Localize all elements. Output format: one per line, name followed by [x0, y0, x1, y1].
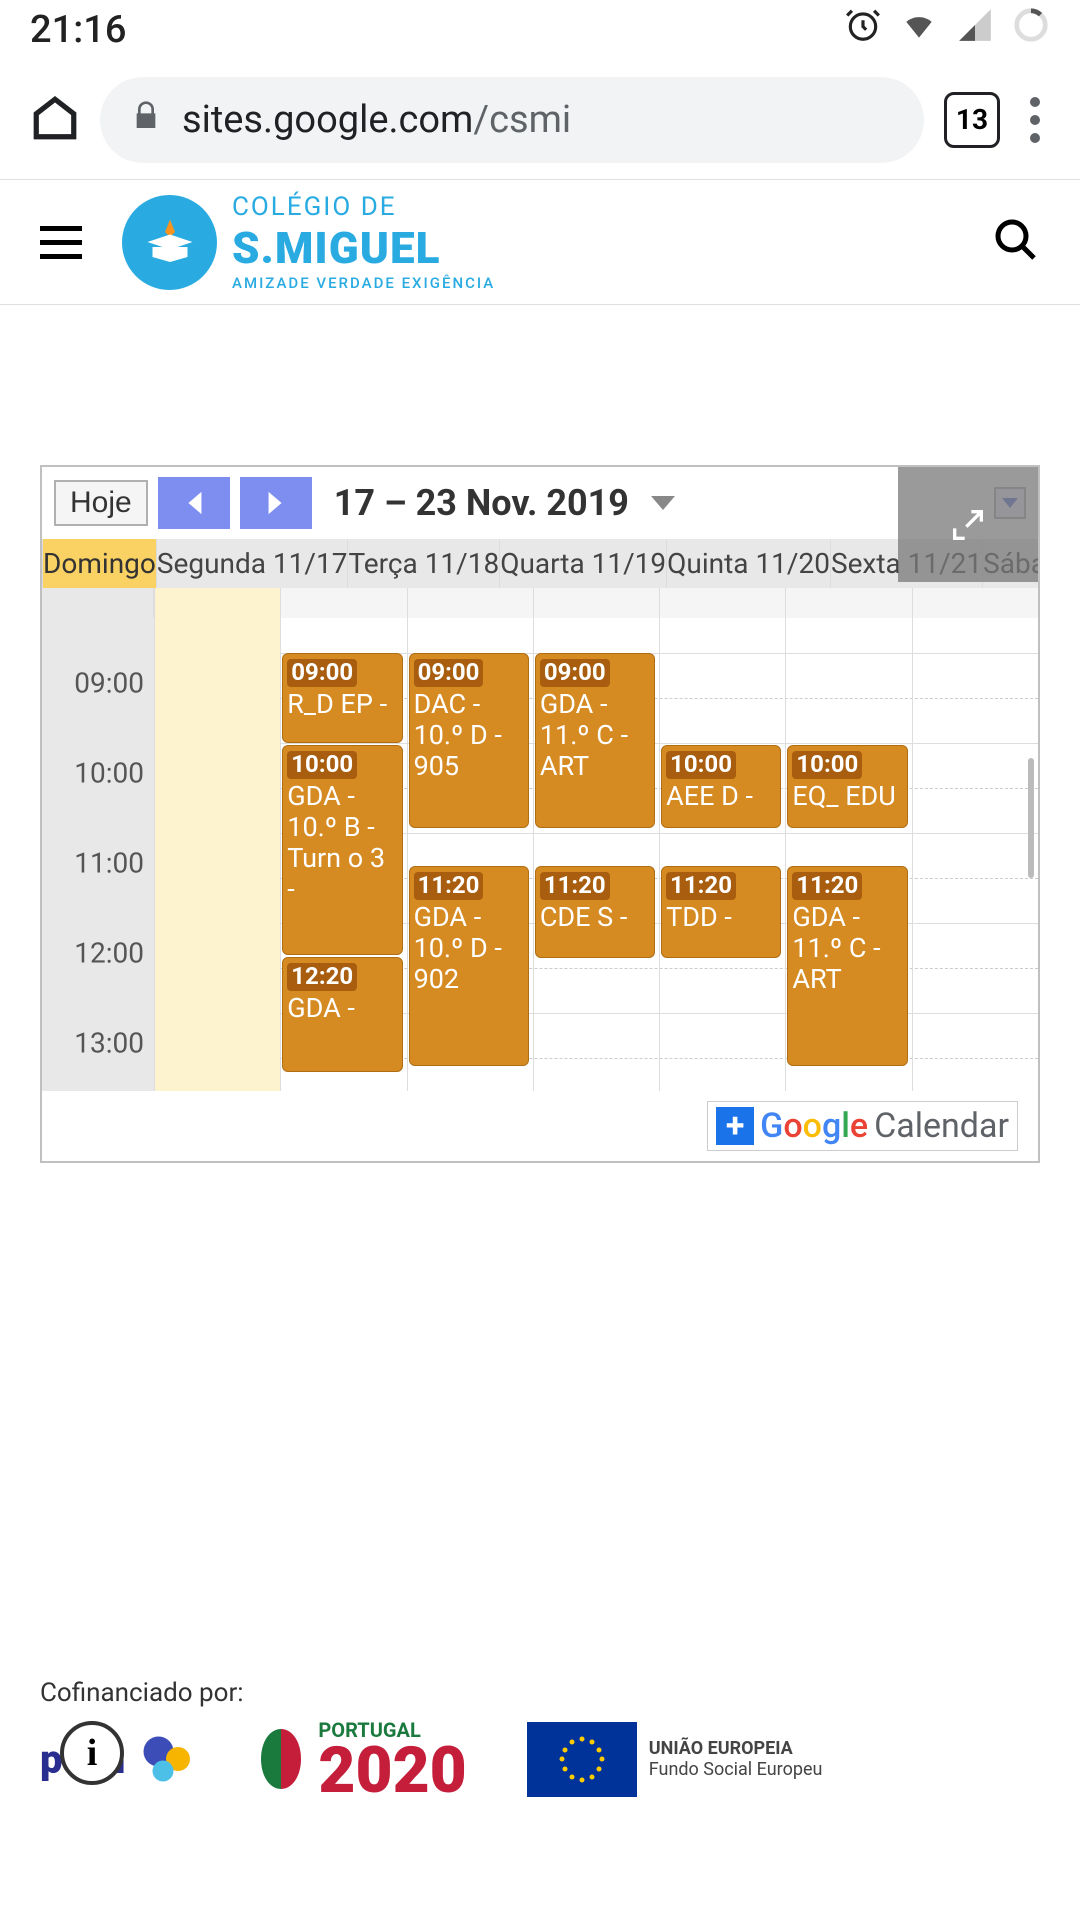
calendar-event[interactable]: 09:00DAC - 10.º D - 905 — [409, 653, 529, 828]
event-title: GDA - 11.º C - ART — [792, 902, 902, 995]
event-time: 09:00 — [287, 659, 357, 687]
day-column-monday[interactable]: 09:00R_D EP -10:00GDA - 10.º B - Turn o … — [280, 618, 406, 1091]
prev-week-button[interactable] — [158, 477, 230, 529]
browser-menu[interactable] — [1020, 97, 1050, 143]
day-header-sunday[interactable]: Domingo — [42, 539, 156, 588]
day-header-thursday[interactable]: Quinta 11/20 — [666, 539, 830, 588]
cell-signal-icon — [956, 6, 994, 54]
event-time: 11:20 — [414, 872, 484, 900]
event-title: CDE S - — [540, 902, 650, 933]
cofinanced-label: Cofinanciado por: — [40, 1678, 1040, 1708]
url-bar[interactable]: sites.google.com/csmi — [100, 77, 924, 163]
event-time: 11:20 — [792, 872, 862, 900]
tab-switcher[interactable]: 13 — [944, 92, 1000, 148]
info-button[interactable]: i — [60, 1721, 124, 1785]
footer-sponsors: Cofinanciado por: poch PORTUGAL 2020 UNI… — [0, 1678, 1080, 1800]
sponsor-eu: UNIÃO EUROPEIA Fundo Social Europeu — [527, 1722, 823, 1797]
event-title: DAC - 10.º D - 905 — [414, 689, 524, 782]
calendar-event[interactable]: 11:20GDA - 10.º D - 902 — [409, 866, 529, 1066]
eu-flag-icon — [527, 1722, 637, 1797]
calendar-event[interactable]: 10:00GDA - 10.º B - Turn o 3 - — [282, 745, 402, 955]
calendar-event[interactable]: 10:00AEE D - — [661, 745, 781, 828]
event-time: 11:20 — [666, 872, 736, 900]
android-status-bar: 21:16 — [0, 0, 1080, 60]
event-title: GDA - 10.º B - Turn o 3 - — [287, 781, 397, 905]
plus-icon: + — [716, 1107, 754, 1145]
logo-text-line2: S.MIGUEL — [232, 222, 495, 274]
date-dropdown-icon[interactable] — [651, 496, 675, 510]
day-column-thursday[interactable]: 10:00AEE D - 11:20TDD - — [659, 618, 785, 1091]
google-logo-text: Google — [760, 1106, 868, 1146]
day-column-saturday[interactable] — [912, 618, 1038, 1091]
date-range-label: 17 – 23 Nov. 2019 — [334, 482, 629, 524]
browser-toolbar: sites.google.com/csmi 13 — [0, 60, 1080, 180]
wifi-icon — [900, 6, 938, 54]
calendar-event[interactable]: 09:00R_D EP - — [282, 653, 402, 743]
event-time: 09:00 — [540, 659, 610, 687]
day-column-wednesday[interactable]: 09:00GDA - 11.º C - ART 11:20CDE S - — [533, 618, 659, 1091]
day-headers-row: Domingo Segunda 11/17 Terça 11/18 Quarta… — [42, 539, 1038, 588]
lock-icon — [130, 98, 162, 142]
day-column-friday[interactable]: 10:00EQ_ EDU 11:20GDA - 11.º C - ART — [785, 618, 911, 1091]
calendar-event[interactable]: 12:20GDA - — [282, 957, 402, 1072]
today-button[interactable]: Hoje — [54, 480, 148, 526]
google-calendar-button[interactable]: + Google Calendar — [707, 1101, 1018, 1151]
day-column-tuesday[interactable]: 09:00DAC - 10.º D - 905 11:20GDA - 10.º D… — [407, 618, 533, 1091]
event-time: 10:00 — [666, 751, 736, 779]
expand-button[interactable] — [898, 467, 1038, 582]
site-logo[interactable]: COLÉGIO DE S.MIGUEL AMIZADE VERDADE EXIG… — [122, 192, 495, 292]
calendar-event[interactable]: 11:20TDD - — [661, 866, 781, 958]
google-calendar-label: Calendar — [874, 1106, 1009, 1146]
hamburger-menu[interactable] — [30, 216, 92, 269]
calendar-widget: Hoje 17 – 23 Nov. 2019 Domingo Segunda 1… — [40, 465, 1040, 1163]
calendar-event[interactable]: 10:00EQ_ EDU — [787, 745, 907, 828]
status-time: 21:16 — [30, 8, 126, 52]
calendar-grid[interactable]: 09:00 10:00 11:00 12:00 13:00 09:00R_D E… — [42, 618, 1038, 1091]
search-button[interactable] — [982, 206, 1050, 278]
logo-icon — [122, 195, 217, 290]
event-title: TDD - — [666, 902, 776, 933]
site-header: COLÉGIO DE S.MIGUEL AMIZADE VERDADE EXIG… — [0, 180, 1080, 305]
day-header-tuesday[interactable]: Terça 11/18 — [347, 539, 499, 588]
calendar-event[interactable]: 09:00GDA - 11.º C - ART — [535, 653, 655, 828]
logo-text-line3: AMIZADE VERDADE EXIGÊNCIA — [232, 274, 495, 292]
event-time: 12:20 — [287, 963, 357, 991]
event-title: AEE D - — [666, 781, 776, 812]
calendar-event[interactable]: 11:20GDA - 11.º C - ART — [787, 866, 907, 1066]
event-time: 09:00 — [414, 659, 484, 687]
allday-row — [42, 588, 1038, 618]
sponsor-portugal2020: PORTUGAL 2020 — [256, 1718, 466, 1800]
event-time: 10:00 — [287, 751, 357, 779]
event-title: R_D EP - — [287, 689, 397, 720]
day-column-sunday[interactable] — [154, 618, 280, 1091]
loading-spinner-icon — [1012, 6, 1050, 54]
alarm-icon — [844, 6, 882, 54]
event-time: 11:20 — [540, 872, 610, 900]
event-title: GDA - 11.º C - ART — [540, 689, 650, 782]
day-header-monday[interactable]: Segunda 11/17 — [156, 539, 348, 588]
url-text: sites.google.com/csmi — [182, 98, 571, 142]
logo-text-line1: COLÉGIO DE — [232, 192, 495, 222]
next-week-button[interactable] — [240, 477, 312, 529]
scrollbar[interactable] — [1028, 758, 1034, 878]
event-time: 10:00 — [792, 751, 862, 779]
time-gutter: 09:00 10:00 11:00 12:00 13:00 — [42, 618, 154, 1091]
calendar-toolbar: Hoje 17 – 23 Nov. 2019 — [42, 467, 1038, 539]
event-title: GDA - 10.º D - 902 — [414, 902, 524, 995]
event-title: EQ_ EDU — [792, 781, 902, 812]
calendar-event[interactable]: 11:20CDE S - — [535, 866, 655, 958]
day-header-wednesday[interactable]: Quarta 11/19 — [499, 539, 666, 588]
home-icon[interactable] — [30, 93, 80, 147]
event-title: GDA - — [287, 993, 397, 1024]
